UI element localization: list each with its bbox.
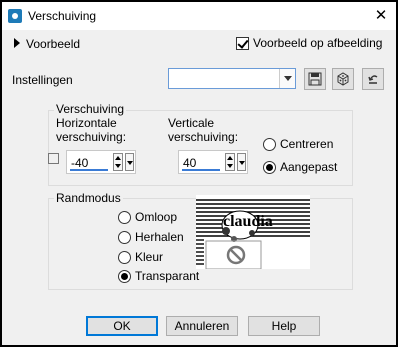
color-label[interactable]: Kleur bbox=[135, 250, 163, 264]
cancel-button[interactable]: Annuleren bbox=[166, 316, 238, 336]
preview-toggle-label[interactable]: Voorbeeld bbox=[26, 37, 80, 51]
title-bar: Verschuiving ✕ bbox=[2, 2, 396, 30]
transparent-radio[interactable] bbox=[118, 270, 131, 283]
center-radio[interactable] bbox=[263, 138, 276, 151]
link-offsets-checkbox[interactable] bbox=[48, 153, 59, 164]
preview-watermark: claudia bbox=[223, 213, 273, 230]
dialog-window: Verschuiving ✕ Voorbeeld Voorbeeld op af… bbox=[2, 2, 396, 345]
app-icon bbox=[8, 9, 22, 23]
expand-preview-icon[interactable] bbox=[14, 38, 20, 48]
settings-label: Instellingen bbox=[12, 73, 73, 87]
repeat-radio[interactable] bbox=[118, 231, 131, 244]
close-button[interactable]: ✕ bbox=[370, 6, 392, 26]
ok-button[interactable]: OK bbox=[86, 316, 158, 336]
randomize-dice-icon bbox=[337, 72, 349, 86]
preview-on-image-label[interactable]: Voorbeeld op afbeelding bbox=[253, 36, 382, 50]
offset-group-title: Verschuiving bbox=[54, 102, 127, 116]
edge-mode-preview: claudia bbox=[196, 195, 310, 269]
repeat-label[interactable]: Herhalen bbox=[135, 230, 184, 244]
preview-on-image-checkbox[interactable] bbox=[236, 37, 249, 50]
color-radio[interactable] bbox=[118, 251, 131, 264]
center-label[interactable]: Centreren bbox=[280, 137, 333, 151]
reset-icon bbox=[368, 75, 378, 84]
vertical-dropdown-icon[interactable] bbox=[237, 153, 246, 171]
vertical-offset-value[interactable]: 40 bbox=[183, 156, 196, 170]
settings-combobox[interactable] bbox=[168, 68, 296, 89]
preview-image bbox=[196, 199, 310, 269]
dialog-client: Voorbeeld Voorbeeld op afbeelding Instel… bbox=[2, 30, 396, 345]
custom-label[interactable]: Aangepast bbox=[280, 160, 337, 174]
wrap-label[interactable]: Omloop bbox=[135, 210, 177, 224]
save-preset-button[interactable] bbox=[304, 68, 326, 90]
vertical-offset-label: Verticale verschuiving: bbox=[168, 116, 239, 144]
horizontal-spin-arrows-icon[interactable] bbox=[113, 153, 123, 171]
focus-underline bbox=[182, 169, 220, 171]
help-button[interactable]: Help bbox=[248, 316, 320, 336]
vertical-spin-arrows-icon[interactable] bbox=[225, 153, 235, 171]
reset-button[interactable] bbox=[362, 68, 384, 90]
window-title: Verschuiving bbox=[28, 9, 97, 23]
wrap-radio[interactable] bbox=[118, 211, 131, 224]
horizontal-offset-value[interactable]: -40 bbox=[71, 156, 88, 170]
horizontal-dropdown-icon[interactable] bbox=[125, 153, 134, 171]
focus-underline bbox=[70, 169, 108, 171]
transparent-label[interactable]: Transparant bbox=[135, 269, 199, 283]
edge-mode-title: Randmodus bbox=[54, 191, 123, 205]
horizontal-offset-stepper[interactable]: -40 bbox=[66, 150, 136, 174]
vertical-offset-stepper[interactable]: 40 bbox=[178, 150, 248, 174]
horizontal-offset-label: Horizontale verschuiving: bbox=[56, 116, 127, 144]
custom-radio[interactable] bbox=[263, 161, 276, 174]
save-icon bbox=[308, 72, 322, 86]
randomize-button[interactable] bbox=[332, 68, 354, 90]
chevron-down-icon[interactable] bbox=[279, 69, 295, 88]
